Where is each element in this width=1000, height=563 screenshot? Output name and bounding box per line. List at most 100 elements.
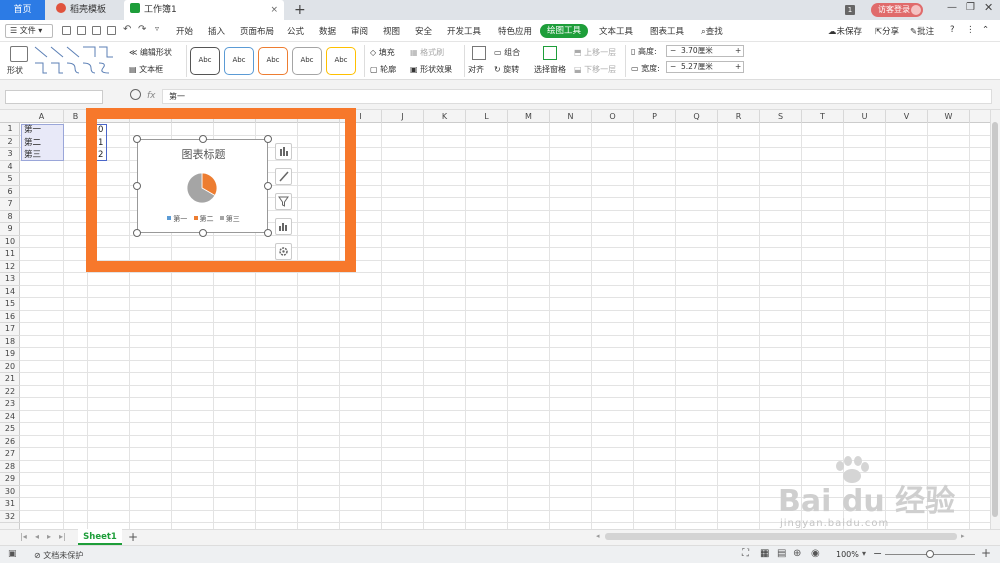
minus-icon[interactable]: −	[670, 62, 676, 72]
row-header-16[interactable]: 16	[0, 311, 20, 323]
row-header-8[interactable]: 8	[0, 211, 20, 223]
menu-item-formula[interactable]: 公式	[287, 25, 304, 37]
column-header-j[interactable]: J	[382, 110, 424, 123]
row-header-22[interactable]: 22	[0, 386, 20, 398]
menu-item-drawing-tools[interactable]: 绘图工具	[540, 24, 588, 38]
column-header-o[interactable]: O	[592, 110, 634, 123]
fx-label[interactable]: fx	[147, 91, 156, 101]
chart-title[interactable]: 图表标题	[138, 146, 269, 162]
column-header-a[interactable]: A	[20, 110, 64, 123]
column-header-n[interactable]: N	[550, 110, 592, 123]
shape-label[interactable]: 形状	[7, 65, 23, 76]
row-header-11[interactable]: 11	[0, 248, 20, 261]
customize-icon[interactable]: ▿	[155, 24, 159, 33]
chart-type-button[interactable]	[275, 218, 292, 235]
align-label[interactable]: 对齐	[468, 64, 484, 75]
row-header-13[interactable]: 13	[0, 273, 20, 286]
row-header-12[interactable]: 12	[0, 261, 20, 273]
row-header-5[interactable]: 5	[0, 173, 20, 186]
row-header-10[interactable]: 10	[0, 236, 20, 248]
width-value[interactable]: 5.27厘米	[681, 62, 713, 72]
align-icon[interactable]	[472, 46, 486, 60]
column-header-q[interactable]: Q	[676, 110, 718, 123]
scroll-left-icon[interactable]: ◂	[596, 532, 600, 540]
menu-item-security[interactable]: 安全	[415, 25, 432, 37]
column-header-v[interactable]: V	[886, 110, 928, 123]
last-sheet-icon[interactable]: ▸|	[59, 532, 66, 541]
add-sheet-button[interactable]: +	[128, 530, 138, 544]
column-header-w[interactable]: W	[928, 110, 970, 123]
row-header-2[interactable]: 2	[0, 136, 20, 148]
column-header-r[interactable]: R	[718, 110, 760, 123]
zoom-in-icon[interactable]: +	[981, 546, 991, 560]
file-menu-button[interactable]: ☰ 文件 ▾	[5, 24, 53, 38]
collapse-icon[interactable]: ⌃	[982, 25, 989, 35]
tab-close-icon[interactable]: ×	[270, 0, 278, 20]
row-header-30[interactable]: 30	[0, 486, 20, 498]
column-header-m[interactable]: M	[508, 110, 550, 123]
column-header-s[interactable]: S	[760, 110, 802, 123]
resize-handle[interactable]	[264, 135, 272, 143]
row-header-25[interactable]: 25	[0, 423, 20, 436]
column-header-p[interactable]: P	[634, 110, 676, 123]
redo-icon[interactable]: ↷	[138, 24, 146, 35]
row-header-29[interactable]: 29	[0, 473, 20, 486]
row-header-24[interactable]: 24	[0, 411, 20, 423]
row-header-15[interactable]: 15	[0, 298, 20, 311]
row-header-19[interactable]: 19	[0, 348, 20, 361]
row-header-1[interactable]: 1	[0, 123, 20, 136]
row-header-9[interactable]: 9	[0, 223, 20, 236]
menu-item-developer[interactable]: 开发工具	[447, 25, 481, 37]
bring-forward-button[interactable]: ⬒ 上移一层	[574, 47, 616, 58]
shapes-icon[interactable]	[10, 46, 28, 62]
height-stepper[interactable]: −3.70厘米 +	[666, 45, 744, 57]
more-icon[interactable]: ⋮	[966, 25, 975, 35]
outline-button[interactable]: ▢ 轮廓	[370, 64, 396, 75]
tab-template[interactable]: 稻壳模板	[50, 0, 120, 20]
column-header-t[interactable]: T	[802, 110, 844, 123]
format-brush-button[interactable]: ▦ 格式刷	[410, 47, 444, 58]
next-sheet-icon[interactable]: ▸	[47, 532, 51, 541]
chart-settings-button[interactable]	[275, 243, 292, 260]
plus-icon[interactable]: +	[735, 46, 741, 56]
row-header-21[interactable]: 21	[0, 373, 20, 386]
menu-item-special[interactable]: 特色应用	[498, 25, 532, 37]
page-break-icon[interactable]: ⊕	[793, 548, 801, 559]
menu-item-view[interactable]: 视图	[383, 25, 400, 37]
fill-button[interactable]: ◇ 填充	[370, 47, 395, 58]
row-header-18[interactable]: 18	[0, 336, 20, 348]
rotate-button[interactable]: ↻ 旋转	[494, 64, 519, 75]
name-box[interactable]	[5, 90, 103, 104]
resize-handle[interactable]	[264, 182, 272, 190]
row-header-17[interactable]: 17	[0, 323, 20, 336]
formula-input[interactable]: 第一	[162, 89, 992, 104]
cell-a3[interactable]: 第三	[24, 149, 41, 161]
edit-shape-button[interactable]: ≪ 编辑形状	[129, 47, 172, 58]
scroll-right-icon[interactable]: ▸	[961, 532, 965, 540]
plus-icon[interactable]: +	[735, 62, 741, 72]
preview-icon[interactable]	[107, 26, 116, 35]
row-header-14[interactable]: 14	[0, 286, 20, 298]
column-header-k[interactable]: K	[424, 110, 466, 123]
page-layout-icon[interactable]: ▤	[777, 548, 786, 559]
tab-workbook[interactable]: 工作簿1 ×	[124, 0, 284, 20]
row-header-27[interactable]: 27	[0, 448, 20, 461]
help-icon[interactable]: ?	[950, 25, 955, 35]
zoom-icon[interactable]	[130, 89, 141, 100]
prev-sheet-icon[interactable]: ◂	[35, 532, 39, 541]
cell-a1[interactable]: 第一	[24, 124, 41, 136]
selection-pane-icon[interactable]	[543, 46, 557, 60]
protection-status[interactable]: ⊘ 文档未保护	[34, 550, 83, 561]
chart-filter-button[interactable]	[275, 193, 292, 210]
chart-style-button[interactable]	[275, 168, 292, 185]
resize-handle[interactable]	[133, 182, 141, 190]
shape-style-2[interactable]: Abc	[224, 47, 254, 75]
shape-style-4[interactable]: Abc	[292, 47, 322, 75]
menu-item-start[interactable]: 开始	[176, 25, 193, 37]
minimize-icon[interactable]: —	[947, 2, 957, 13]
selection-pane-label[interactable]: 选择窗格	[534, 64, 566, 75]
fullscreen-icon[interactable]: ⛶	[742, 548, 749, 559]
chart-legend[interactable]: 第一 第二 第三	[138, 214, 269, 224]
maximize-icon[interactable]: ❐	[966, 2, 975, 13]
resize-handle[interactable]	[133, 229, 141, 237]
